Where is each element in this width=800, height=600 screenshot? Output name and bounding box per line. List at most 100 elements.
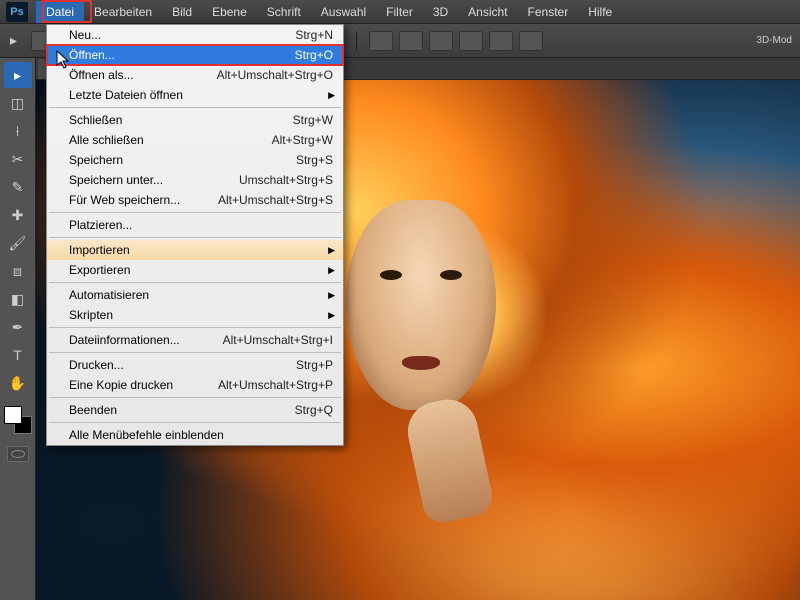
menu-item-speichern-unter-[interactable]: Speichern unter... Umschalt+Strg+S [47, 170, 343, 190]
menu-auswahl[interactable]: Auswahl [311, 1, 376, 23]
menu-separator [49, 352, 341, 353]
mode-label[interactable]: 3D-Mod [756, 35, 792, 46]
menu-item-shortcut: Alt+Umschalt+Strg+I [223, 333, 333, 347]
menu-separator [49, 107, 341, 108]
separator [356, 31, 357, 51]
distribute-button[interactable] [459, 31, 483, 51]
menu-separator [49, 237, 341, 238]
menu-separator [49, 327, 341, 328]
stamp-tool[interactable]: ⧈ [4, 258, 32, 284]
menu-item-label: Alle Menübefehle einblenden [69, 428, 224, 442]
menu-item-shortcut: Alt+Umschalt+Strg+S [218, 193, 333, 207]
menu-item-f-r-web-speichern-[interactable]: Für Web speichern... Alt+Umschalt+Strg+S [47, 190, 343, 210]
menu-item--ffnen-als-[interactable]: Öffnen als...Alt+Umschalt+Strg+O [47, 65, 343, 85]
distribute-button[interactable] [519, 31, 543, 51]
menu-datei[interactable]: Datei [36, 1, 84, 23]
menu-item-label: Für Web speichern... [69, 193, 180, 207]
menu-item-platzieren-[interactable]: Platzieren... [47, 215, 343, 235]
menu-item-shortcut: Umschalt+Strg+S [239, 173, 333, 187]
distribute-button[interactable] [399, 31, 423, 51]
menu-item-shortcut: Strg+O [295, 48, 333, 62]
menu-item-label: Automatisieren [69, 288, 149, 302]
menu-filter[interactable]: Filter [376, 1, 423, 23]
menu-item-label: Speichern [69, 153, 123, 167]
menu-schrift[interactable]: Schrift [257, 1, 311, 23]
menu-item-label: Dateiinformationen... [69, 333, 180, 347]
menu-item-label: Alle schließen [69, 133, 144, 147]
app-logo: Ps [6, 2, 28, 22]
eyedropper-tool[interactable]: ✎ [4, 174, 32, 200]
menu-separator [49, 397, 341, 398]
menu-item--ffnen-[interactable]: Öffnen... Strg+O [47, 45, 343, 65]
menu-item-shortcut: Strg+P [296, 358, 333, 372]
foreground-swatch[interactable] [4, 406, 22, 424]
menu-3d[interactable]: 3D [423, 1, 458, 23]
menu-separator [49, 282, 341, 283]
menu-bild[interactable]: Bild [162, 1, 202, 23]
menu-item-letzte-dateien-ffnen[interactable]: Letzte Dateien öffnen▶ [47, 85, 343, 105]
submenu-arrow-icon: ▶ [328, 310, 335, 321]
menu-hilfe[interactable]: Hilfe [578, 1, 622, 23]
menu-fenster[interactable]: Fenster [518, 1, 579, 23]
submenu-arrow-icon: ▶ [328, 265, 335, 276]
text-tool[interactable]: T [4, 342, 32, 368]
artwork-eye [380, 270, 402, 280]
menu-item-shortcut: Strg+Q [295, 403, 333, 417]
menu-item-shortcut: Strg+W [293, 113, 333, 127]
heal-tool[interactable]: ✚ [4, 202, 32, 228]
menu-item-label: Öffnen... [69, 48, 115, 62]
menu-separator [49, 212, 341, 213]
menu-item-automatisieren[interactable]: Automatisieren▶ [47, 285, 343, 305]
menu-item-neu-[interactable]: Neu... Strg+N [47, 25, 343, 45]
pen-tool[interactable]: ✒ [4, 314, 32, 340]
file-menu-dropdown: Neu... Strg+N Öffnen... Strg+O Öffnen als...… [46, 24, 344, 446]
tools-panel: ▸ ◫ ⟊ ✂ ✎ ✚ 🖌 ⧈ ◧ ✒ T ✋ [0, 58, 36, 600]
menubar: Ps DateiBearbeitenBildEbeneSchriftAuswah… [0, 0, 800, 24]
menu-item-alle-men-befehle-einblenden[interactable]: Alle Menübefehle einblenden [47, 425, 343, 445]
quickmask-toggle[interactable] [7, 446, 29, 462]
lasso-tool[interactable]: ⟊ [4, 118, 32, 144]
menu-item-beenden[interactable]: Beenden Strg+Q [47, 400, 343, 420]
menu-item-label: Skripten [69, 308, 113, 322]
menu-item-alle-schlie-en[interactable]: Alle schließenAlt+Strg+W [47, 130, 343, 150]
eraser-tool[interactable]: ◧ [4, 286, 32, 312]
menu-item-shortcut: Strg+N [295, 28, 333, 42]
move-tool-icon: ▸ [10, 32, 17, 49]
menu-item-label: Schließen [69, 113, 122, 127]
menu-separator [49, 422, 341, 423]
hand-tool[interactable]: ✋ [4, 370, 32, 396]
menu-item-label: Eine Kopie drucken [69, 378, 173, 392]
artwork-lips [402, 356, 440, 370]
menu-item-drucken-[interactable]: Drucken...Strg+P [47, 355, 343, 375]
menu-item-skripten[interactable]: Skripten ▶ [47, 305, 343, 325]
color-swatches[interactable] [4, 406, 32, 434]
artwork-hand [402, 394, 495, 526]
crop-tool[interactable]: ✂ [4, 146, 32, 172]
distribute-button[interactable] [489, 31, 513, 51]
move-tool[interactable]: ▸ [4, 62, 32, 88]
menu-item-label: Speichern unter... [69, 173, 163, 187]
marquee-tool[interactable]: ◫ [4, 90, 32, 116]
menu-item-label: Letzte Dateien öffnen [69, 88, 183, 102]
menu-item-shortcut: Strg+S [296, 153, 333, 167]
menu-item-speichern[interactable]: Speichern Strg+S [47, 150, 343, 170]
menu-item-label: Platzieren... [69, 218, 132, 232]
menu-ebene[interactable]: Ebene [202, 1, 257, 23]
menu-item-label: Öffnen als... [69, 68, 133, 82]
menu-item-label: Exportieren [69, 263, 130, 277]
menu-item-label: Neu... [69, 28, 101, 42]
menu-bearbeiten[interactable]: Bearbeiten [84, 1, 162, 23]
artwork-face [346, 200, 496, 410]
menu-item-exportieren[interactable]: Exportieren ▶ [47, 260, 343, 280]
menu-item-importieren[interactable]: Importieren▶ [47, 240, 343, 260]
menu-ansicht[interactable]: Ansicht [458, 1, 517, 23]
menu-item-eine-kopie-drucken[interactable]: Eine Kopie drucken Alt+Umschalt+Strg+P [47, 375, 343, 395]
submenu-arrow-icon: ▶ [328, 245, 335, 256]
brush-tool[interactable]: 🖌 [4, 230, 32, 256]
menu-item-dateiinformationen-[interactable]: Dateiinformationen... Alt+Umschalt+Strg+I [47, 330, 343, 350]
menu-item-label: Beenden [69, 403, 117, 417]
distribute-button[interactable] [369, 31, 393, 51]
menu-item-schlie-en[interactable]: Schließen Strg+W [47, 110, 343, 130]
menu-item-shortcut: Alt+Umschalt+Strg+P [218, 378, 333, 392]
distribute-button[interactable] [429, 31, 453, 51]
